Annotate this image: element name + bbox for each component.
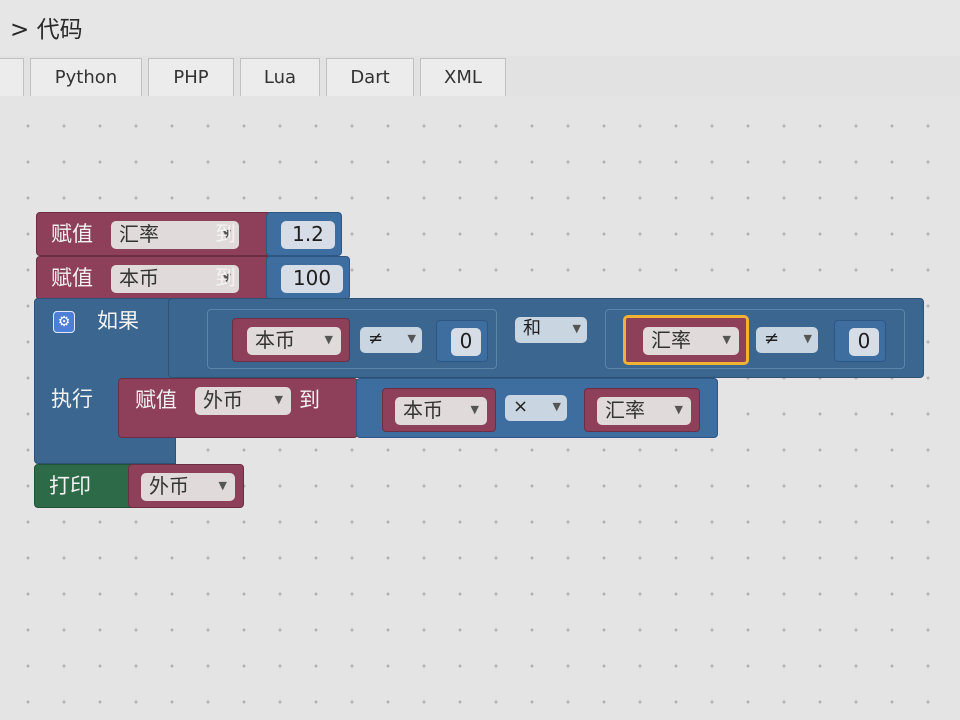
- variable-dropdown[interactable]: 本币 ▼: [247, 327, 341, 355]
- number-field[interactable]: 0: [849, 328, 879, 356]
- tab-lua[interactable]: Lua: [240, 58, 320, 96]
- variable-dropdown[interactable]: 汇率 ▼: [597, 397, 691, 425]
- logic-operator: 和: [523, 318, 541, 339]
- variable-get-block[interactable]: 汇率 ▼: [584, 388, 700, 432]
- tab-dart[interactable]: Dart: [326, 58, 414, 96]
- to-keyword: 到: [299, 388, 320, 412]
- variable-name: 本币: [119, 266, 159, 290]
- number-field[interactable]: 0: [451, 328, 481, 356]
- if-label: 如果: [97, 309, 139, 333]
- dropdown-arrow-icon: ▼: [274, 393, 283, 406]
- variable-get-block[interactable]: 外币 ▼: [128, 464, 244, 508]
- variable-name: 本币: [255, 328, 295, 352]
- set-keyword: 赋值: [51, 222, 93, 246]
- number-block[interactable]: 1.2: [266, 212, 342, 256]
- dropdown-arrow-icon: ▼: [722, 333, 731, 346]
- set-keyword: 赋值: [51, 266, 93, 290]
- arithmetic-operator-dropdown[interactable]: × ▼: [505, 395, 567, 421]
- input-notch: [172, 318, 180, 332]
- tab-php[interactable]: PHP: [148, 58, 234, 96]
- variable-get-block[interactable]: 本币 ▼: [382, 388, 496, 432]
- variable-name: 汇率: [651, 328, 691, 352]
- to-keyword: 到: [215, 222, 236, 246]
- variable-get-block[interactable]: 本币 ▼: [232, 318, 350, 362]
- number-block[interactable]: 0: [436, 320, 488, 362]
- variable-name: 汇率: [605, 398, 645, 422]
- number-field[interactable]: 100: [281, 265, 343, 293]
- dropdown-arrow-icon: ▼: [674, 403, 683, 416]
- top-bar: > 代码: [0, 0, 960, 58]
- variable-get-block-selected[interactable]: 汇率 ▼: [623, 315, 749, 365]
- arithmetic-operator: ×: [513, 396, 529, 417]
- dropdown-arrow-icon: ▼: [218, 479, 227, 492]
- set-variable-block[interactable]: 赋值 本币 ▼ 到: [36, 256, 272, 300]
- tab-previous[interactable]: [0, 58, 24, 96]
- dropdown-arrow-icon: ▼: [470, 403, 479, 416]
- compare-operator: ≠: [368, 328, 384, 349]
- variable-name: 汇率: [119, 222, 159, 246]
- tab-python[interactable]: Python: [30, 58, 142, 96]
- variable-dropdown[interactable]: 汇率 ▼: [643, 327, 739, 355]
- do-label: 执行: [51, 387, 93, 411]
- variable-name: 外币: [203, 388, 243, 412]
- language-tabs: Python PHP Lua Dart XML: [0, 56, 960, 97]
- compare-operator-dropdown[interactable]: ≠ ▼: [360, 327, 422, 353]
- dropdown-arrow-icon: ▼: [552, 400, 561, 413]
- dropdown-arrow-icon: ▼: [803, 332, 812, 345]
- dropdown-arrow-icon: ▼: [572, 322, 581, 335]
- variable-dropdown[interactable]: 外币 ▼: [141, 473, 235, 501]
- dropdown-arrow-icon: ▼: [324, 333, 333, 346]
- number-block[interactable]: 0: [834, 320, 886, 362]
- variable-dropdown[interactable]: 外币 ▼: [195, 387, 291, 415]
- compare-operator-dropdown[interactable]: ≠ ▼: [756, 327, 818, 353]
- variable-dropdown[interactable]: 本币 ▼: [395, 397, 487, 425]
- variable-name: 本币: [403, 398, 443, 422]
- dropdown-arrow-icon: ▼: [407, 332, 416, 345]
- gear-icon[interactable]: ⚙: [53, 311, 75, 333]
- set-variable-block[interactable]: 赋值 外币 ▼ 到: [118, 378, 358, 438]
- set-keyword: 赋值: [135, 388, 177, 412]
- logic-operator-dropdown[interactable]: 和 ▼: [515, 317, 587, 343]
- to-keyword: 到: [215, 266, 236, 290]
- print-block[interactable]: 打印: [34, 464, 136, 508]
- number-field[interactable]: 1.2: [281, 221, 335, 249]
- number-block[interactable]: 100: [266, 256, 350, 300]
- variable-name: 外币: [149, 474, 189, 498]
- print-keyword: 打印: [49, 474, 91, 498]
- tab-xml[interactable]: XML: [420, 58, 506, 96]
- set-variable-block[interactable]: 赋值 汇率 ▼ 到: [36, 212, 272, 256]
- page-title: > 代码: [10, 17, 83, 43]
- compare-operator: ≠: [764, 328, 780, 349]
